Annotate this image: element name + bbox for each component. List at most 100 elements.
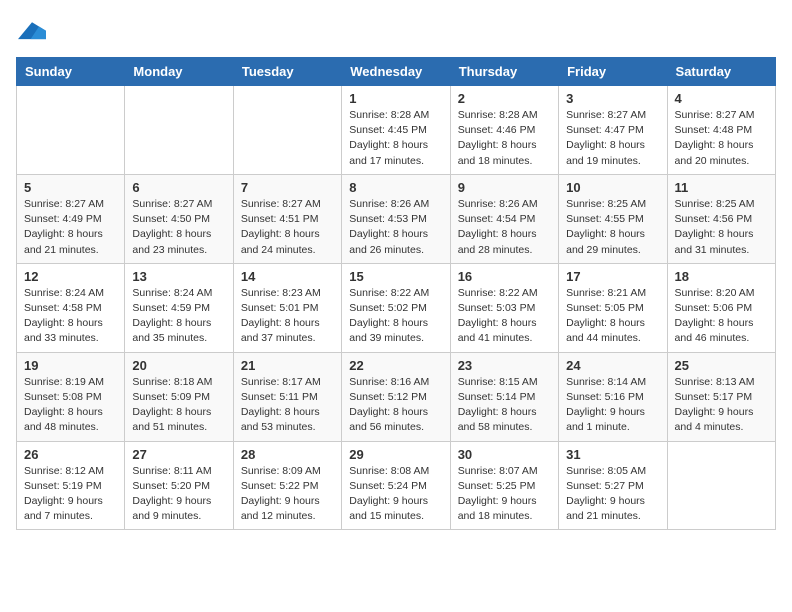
calendar-cell: 11 Sunrise: 8:25 AM Sunset: 4:56 PM Dayli… bbox=[667, 174, 775, 263]
calendar-cell: 26 Sunrise: 8:12 AM Sunset: 5:19 PM Dayli… bbox=[17, 441, 125, 530]
day-number: 24 bbox=[566, 358, 659, 373]
cell-info: Sunrise: 8:25 AM Sunset: 4:56 PM Dayligh… bbox=[675, 197, 768, 258]
week-row-4: 26 Sunrise: 8:12 AM Sunset: 5:19 PM Dayli… bbox=[17, 441, 776, 530]
day-number: 17 bbox=[566, 269, 659, 284]
day-number: 27 bbox=[132, 447, 225, 462]
calendar-cell: 24 Sunrise: 8:14 AM Sunset: 5:16 PM Dayli… bbox=[559, 352, 667, 441]
calendar-cell: 13 Sunrise: 8:24 AM Sunset: 4:59 PM Dayli… bbox=[125, 263, 233, 352]
day-number: 5 bbox=[24, 180, 117, 195]
cell-info: Sunrise: 8:22 AM Sunset: 5:03 PM Dayligh… bbox=[458, 286, 551, 347]
weekday-wednesday: Wednesday bbox=[342, 58, 450, 86]
cell-info: Sunrise: 8:21 AM Sunset: 5:05 PM Dayligh… bbox=[566, 286, 659, 347]
week-row-2: 12 Sunrise: 8:24 AM Sunset: 4:58 PM Dayli… bbox=[17, 263, 776, 352]
calendar-cell: 18 Sunrise: 8:20 AM Sunset: 5:06 PM Dayli… bbox=[667, 263, 775, 352]
cell-info: Sunrise: 8:28 AM Sunset: 4:45 PM Dayligh… bbox=[349, 108, 442, 169]
cell-info: Sunrise: 8:27 AM Sunset: 4:47 PM Dayligh… bbox=[566, 108, 659, 169]
cell-info: Sunrise: 8:08 AM Sunset: 5:24 PM Dayligh… bbox=[349, 464, 442, 525]
weekday-friday: Friday bbox=[559, 58, 667, 86]
day-number: 11 bbox=[675, 180, 768, 195]
day-number: 3 bbox=[566, 91, 659, 106]
calendar-cell: 17 Sunrise: 8:21 AM Sunset: 5:05 PM Dayli… bbox=[559, 263, 667, 352]
day-number: 8 bbox=[349, 180, 442, 195]
cell-info: Sunrise: 8:19 AM Sunset: 5:08 PM Dayligh… bbox=[24, 375, 117, 436]
day-number: 20 bbox=[132, 358, 225, 373]
cell-info: Sunrise: 8:23 AM Sunset: 5:01 PM Dayligh… bbox=[241, 286, 334, 347]
weekday-header-row: SundayMondayTuesdayWednesdayThursdayFrid… bbox=[17, 58, 776, 86]
calendar-cell: 27Sunrise: 8:11 AM Sunset: 5:20 PM Dayli… bbox=[125, 441, 233, 530]
day-number: 23 bbox=[458, 358, 551, 373]
weekday-monday: Monday bbox=[125, 58, 233, 86]
cell-info: Sunrise: 8:20 AM Sunset: 5:06 PM Dayligh… bbox=[675, 286, 768, 347]
cell-info: Sunrise: 8:14 AM Sunset: 5:16 PM Dayligh… bbox=[566, 375, 659, 436]
cell-info: Sunrise: 8:24 AM Sunset: 4:58 PM Dayligh… bbox=[24, 286, 117, 347]
day-number: 9 bbox=[458, 180, 551, 195]
calendar-cell: 2 Sunrise: 8:28 AM Sunset: 4:46 PM Daylig… bbox=[450, 86, 558, 175]
calendar-cell: 20 Sunrise: 8:18 AM Sunset: 5:09 PM Dayli… bbox=[125, 352, 233, 441]
calendar-cell bbox=[17, 86, 125, 175]
calendar-cell: 19 Sunrise: 8:19 AM Sunset: 5:08 PM Dayli… bbox=[17, 352, 125, 441]
weekday-saturday: Saturday bbox=[667, 58, 775, 86]
day-number: 13 bbox=[132, 269, 225, 284]
calendar-cell: 25Sunrise: 8:13 AM Sunset: 5:17 PM Dayli… bbox=[667, 352, 775, 441]
calendar-cell: 5 Sunrise: 8:27 AM Sunset: 4:49 PM Daylig… bbox=[17, 174, 125, 263]
cell-info: Sunrise: 8:12 AM Sunset: 5:19 PM Dayligh… bbox=[24, 464, 117, 525]
weekday-sunday: Sunday bbox=[17, 58, 125, 86]
cell-info: Sunrise: 8:28 AM Sunset: 4:46 PM Dayligh… bbox=[458, 108, 551, 169]
day-number: 22 bbox=[349, 358, 442, 373]
calendar-cell: 1Sunrise: 8:28 AM Sunset: 4:45 PM Daylig… bbox=[342, 86, 450, 175]
day-number: 26 bbox=[24, 447, 117, 462]
cell-info: Sunrise: 8:26 AM Sunset: 4:53 PM Dayligh… bbox=[349, 197, 442, 258]
cell-info: Sunrise: 8:24 AM Sunset: 4:59 PM Dayligh… bbox=[132, 286, 225, 347]
cell-info: Sunrise: 8:25 AM Sunset: 4:55 PM Dayligh… bbox=[566, 197, 659, 258]
page-header bbox=[16, 16, 776, 49]
calendar-cell bbox=[667, 441, 775, 530]
logo bbox=[16, 16, 46, 49]
calendar-cell: 14Sunrise: 8:23 AM Sunset: 5:01 PM Dayli… bbox=[233, 263, 341, 352]
cell-info: Sunrise: 8:27 AM Sunset: 4:49 PM Dayligh… bbox=[24, 197, 117, 258]
cell-info: Sunrise: 8:17 AM Sunset: 5:11 PM Dayligh… bbox=[241, 375, 334, 436]
day-number: 28 bbox=[241, 447, 334, 462]
calendar-cell: 12 Sunrise: 8:24 AM Sunset: 4:58 PM Dayli… bbox=[17, 263, 125, 352]
calendar-cell: 28 Sunrise: 8:09 AM Sunset: 5:22 PM Dayli… bbox=[233, 441, 341, 530]
cell-info: Sunrise: 8:27 AM Sunset: 4:51 PM Dayligh… bbox=[241, 197, 334, 258]
calendar-cell: 23 Sunrise: 8:15 AM Sunset: 5:14 PM Dayli… bbox=[450, 352, 558, 441]
day-number: 29 bbox=[349, 447, 442, 462]
day-number: 16 bbox=[458, 269, 551, 284]
calendar-cell: 3 Sunrise: 8:27 AM Sunset: 4:47 PM Daylig… bbox=[559, 86, 667, 175]
calendar-cell: 8 Sunrise: 8:26 AM Sunset: 4:53 PM Daylig… bbox=[342, 174, 450, 263]
cell-info: Sunrise: 8:07 AM Sunset: 5:25 PM Dayligh… bbox=[458, 464, 551, 525]
day-number: 25 bbox=[675, 358, 768, 373]
day-number: 6 bbox=[132, 180, 225, 195]
cell-info: Sunrise: 8:27 AM Sunset: 4:48 PM Dayligh… bbox=[675, 108, 768, 169]
weekday-thursday: Thursday bbox=[450, 58, 558, 86]
week-row-0: 1Sunrise: 8:28 AM Sunset: 4:45 PM Daylig… bbox=[17, 86, 776, 175]
day-number: 4 bbox=[675, 91, 768, 106]
day-number: 21 bbox=[241, 358, 334, 373]
page-container: SundayMondayTuesdayWednesdayThursdayFrid… bbox=[0, 0, 792, 538]
day-number: 2 bbox=[458, 91, 551, 106]
day-number: 12 bbox=[24, 269, 117, 284]
day-number: 18 bbox=[675, 269, 768, 284]
calendar-cell: 4 Sunrise: 8:27 AM Sunset: 4:48 PM Daylig… bbox=[667, 86, 775, 175]
calendar-cell: 7Sunrise: 8:27 AM Sunset: 4:51 PM Daylig… bbox=[233, 174, 341, 263]
calendar-cell: 21 Sunrise: 8:17 AM Sunset: 5:11 PM Dayli… bbox=[233, 352, 341, 441]
calendar-cell: 29 Sunrise: 8:08 AM Sunset: 5:24 PM Dayli… bbox=[342, 441, 450, 530]
day-number: 19 bbox=[24, 358, 117, 373]
calendar-cell: 9Sunrise: 8:26 AM Sunset: 4:54 PM Daylig… bbox=[450, 174, 558, 263]
cell-info: Sunrise: 8:22 AM Sunset: 5:02 PM Dayligh… bbox=[349, 286, 442, 347]
day-number: 10 bbox=[566, 180, 659, 195]
week-row-3: 19 Sunrise: 8:19 AM Sunset: 5:08 PM Dayli… bbox=[17, 352, 776, 441]
calendar-cell bbox=[233, 86, 341, 175]
day-number: 31 bbox=[566, 447, 659, 462]
calendar-table: SundayMondayTuesdayWednesdayThursdayFrid… bbox=[16, 57, 776, 530]
calendar-cell: 30 Sunrise: 8:07 AM Sunset: 5:25 PM Dayli… bbox=[450, 441, 558, 530]
calendar-cell: 22 Sunrise: 8:16 AM Sunset: 5:12 PM Dayli… bbox=[342, 352, 450, 441]
cell-info: Sunrise: 8:05 AM Sunset: 5:27 PM Dayligh… bbox=[566, 464, 659, 525]
cell-info: Sunrise: 8:09 AM Sunset: 5:22 PM Dayligh… bbox=[241, 464, 334, 525]
cell-info: Sunrise: 8:18 AM Sunset: 5:09 PM Dayligh… bbox=[132, 375, 225, 436]
cell-info: Sunrise: 8:16 AM Sunset: 5:12 PM Dayligh… bbox=[349, 375, 442, 436]
cell-info: Sunrise: 8:15 AM Sunset: 5:14 PM Dayligh… bbox=[458, 375, 551, 436]
day-number: 30 bbox=[458, 447, 551, 462]
calendar-cell: 15Sunrise: 8:22 AM Sunset: 5:02 PM Dayli… bbox=[342, 263, 450, 352]
calendar-cell: 31 Sunrise: 8:05 AM Sunset: 5:27 PM Dayli… bbox=[559, 441, 667, 530]
